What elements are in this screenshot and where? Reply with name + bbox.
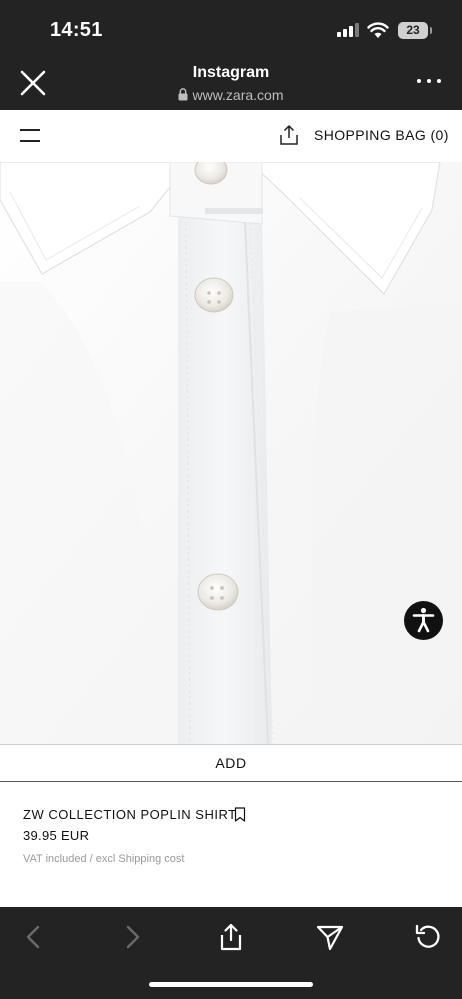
shirt-illustration [0, 162, 462, 744]
browser-header: Instagram www.zara.com [0, 58, 462, 110]
shopping-bag-link[interactable]: SHOPPING BAG (0) [314, 127, 449, 143]
add-button[interactable]: ADD [0, 744, 462, 782]
product-name: ZW COLLECTION POPLIN SHIRT [23, 807, 237, 822]
lock-icon [178, 88, 188, 101]
product-image[interactable] [0, 162, 462, 744]
product-price: 39.95 EUR [23, 828, 90, 843]
accessibility-icon[interactable] [404, 601, 443, 640]
bookmark-icon[interactable] [234, 807, 246, 822]
battery-icon: 23 [398, 22, 428, 39]
menu-icon[interactable] [20, 126, 40, 146]
wifi-icon [367, 22, 389, 38]
send-icon[interactable] [316, 923, 344, 951]
status-bar: 14:51 23 [0, 0, 462, 58]
signal-icon [337, 23, 359, 37]
share-icon[interactable] [278, 124, 300, 146]
more-icon[interactable] [417, 78, 441, 86]
home-indicator[interactable] [149, 982, 313, 987]
product-info: ZW COLLECTION POPLIN SHIRT 39.95 EUR VAT… [0, 782, 462, 907]
browser-title: Instagram [192, 64, 270, 81]
vat-note[interactable]: VAT included / excl Shipping cost [23, 853, 184, 865]
site-header: SHOPPING BAG (0) [0, 110, 462, 162]
battery-nub [430, 27, 432, 34]
back-icon[interactable] [20, 923, 48, 951]
status-time: 14:51 [50, 19, 103, 41]
browser-url-text: www.zara.com [192, 87, 284, 103]
browser-url[interactable]: www.zara.com [0, 87, 462, 103]
share-icon[interactable] [217, 923, 245, 951]
forward-icon[interactable] [118, 923, 146, 951]
accessibility-figure [412, 607, 435, 633]
browser-toolbar [0, 907, 462, 999]
reload-icon[interactable] [414, 923, 442, 951]
